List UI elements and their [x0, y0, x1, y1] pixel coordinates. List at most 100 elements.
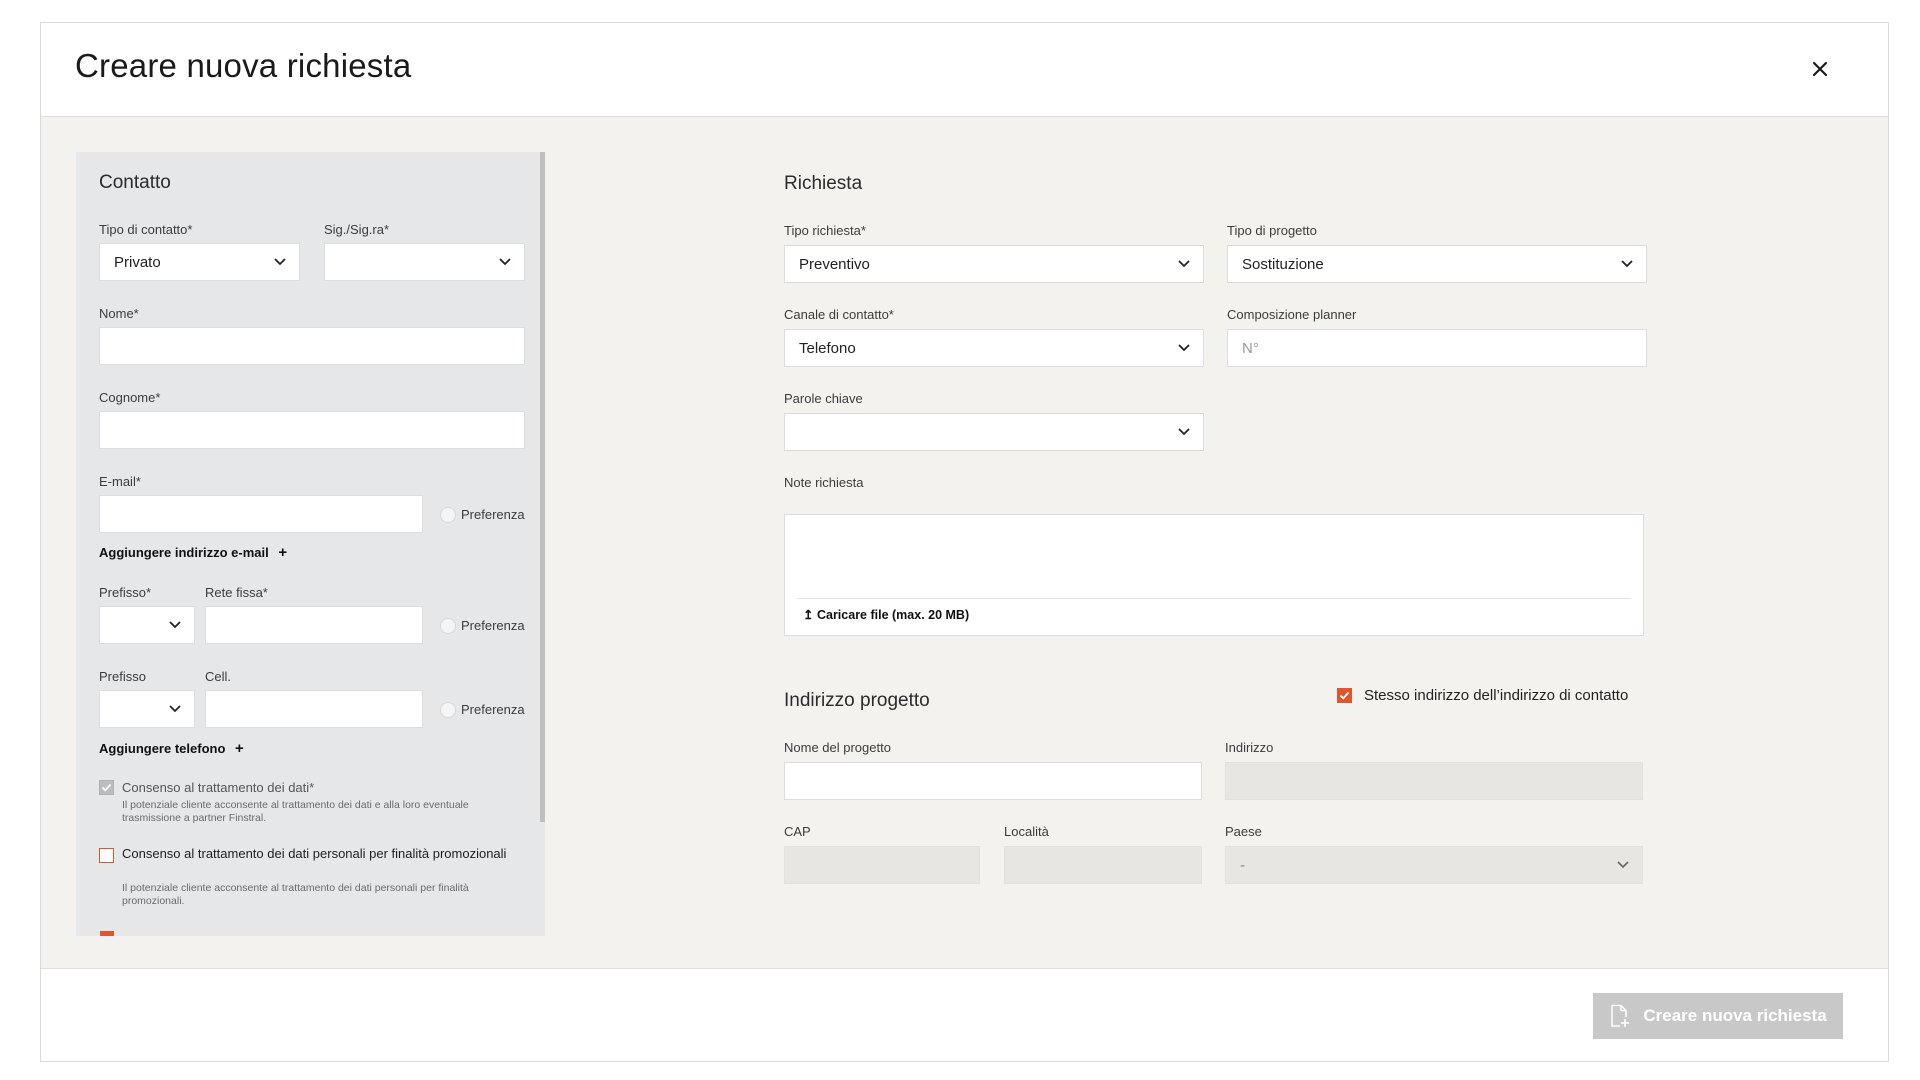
email-preference-label: Preferenza — [461, 507, 525, 522]
cognome-text[interactable] — [114, 421, 510, 439]
close-button[interactable] — [1808, 57, 1832, 81]
rete-fissa-label: Rete fissa* — [205, 585, 268, 600]
paese-value: - — [1240, 856, 1245, 874]
canale-select[interactable]: Telefono — [784, 329, 1204, 367]
cell-preference-label: Preferenza — [461, 702, 525, 717]
tipo-progetto-select[interactable]: Sostituzione — [1227, 245, 1647, 283]
add-phone-link[interactable]: Aggiungere telefono + — [99, 740, 244, 757]
localita-input — [1004, 846, 1202, 884]
nome-text[interactable] — [114, 337, 510, 355]
tipo-progetto-value: Sostituzione — [1242, 255, 1324, 273]
modal-footer: Creare nuova richiesta — [41, 968, 1888, 1061]
modal-header: Creare nuova richiesta — [41, 23, 1888, 117]
add-phone-label: Aggiungere telefono — [99, 741, 226, 756]
tipo-contatto-label: Tipo di contatto* — [99, 222, 193, 237]
chevron-down-icon — [1621, 260, 1633, 268]
nome-progetto-input[interactable] — [784, 762, 1202, 800]
chevron-down-icon — [1178, 260, 1190, 268]
tipo-contatto-select[interactable]: Privato — [99, 243, 300, 281]
prefisso-cell-select[interactable] — [99, 690, 195, 728]
canale-label: Canale di contatto* — [784, 307, 894, 322]
prefisso-label: Prefisso — [99, 669, 146, 684]
tipo-progetto-label: Tipo di progetto — [1227, 223, 1317, 238]
add-email-label: Aggiungere indirizzo e-mail — [99, 545, 269, 560]
plus-icon: + — [235, 740, 244, 757]
cell-label: Cell. — [205, 669, 232, 684]
create-request-modal: Creare nuova richiesta Contatto Tipo di … — [40, 22, 1889, 1062]
paese-select: - — [1225, 846, 1643, 884]
same-address-checkbox[interactable] — [1337, 688, 1352, 703]
same-address-label: Stesso indirizzo dell’indirizzo di conta… — [1364, 687, 1629, 704]
sig-select[interactable] — [324, 243, 525, 281]
nome-input[interactable] — [99, 327, 525, 365]
cell-preference-radio[interactable] — [440, 702, 456, 718]
canale-value: Telefono — [799, 339, 856, 357]
chevron-down-icon — [169, 621, 181, 629]
upload-icon: ↥ — [803, 608, 814, 622]
nome-progetto-text[interactable] — [799, 772, 1187, 790]
rete-fissa-text[interactable] — [220, 616, 408, 634]
note-textarea[interactable]: ↥ Caricare file (max. 20 MB) — [784, 514, 1644, 636]
planner-input[interactable] — [1227, 329, 1647, 367]
localita-label: Località — [1004, 824, 1049, 839]
chevron-down-icon — [1178, 344, 1190, 352]
chevron-down-icon — [1178, 428, 1190, 436]
consent-data-title: Consenso al trattamento dei dati* — [122, 780, 315, 795]
chevron-down-icon — [499, 258, 511, 266]
tipo-richiesta-label: Tipo richiesta* — [784, 223, 866, 238]
sig-label: Sig./Sig.ra* — [324, 222, 390, 237]
close-icon — [1812, 61, 1828, 77]
prefisso-fisso-select[interactable] — [99, 606, 195, 644]
tipo-contatto-value: Privato — [114, 253, 161, 271]
consent-promo-title: Consenso al trattamento dei dati persona… — [122, 846, 507, 861]
planner-text[interactable] — [1242, 339, 1632, 357]
rete-fissa-input[interactable] — [205, 606, 423, 644]
consent-promo-desc: Il potenziale cliente acconsente al trat… — [122, 882, 469, 907]
chevron-down-icon — [1617, 861, 1629, 869]
nome-progetto-label: Nome del progetto — [784, 740, 891, 755]
project-address-title: Indirizzo progetto — [784, 690, 930, 711]
tipo-richiesta-select[interactable]: Preventivo — [784, 245, 1204, 283]
indirizzo-input — [1225, 762, 1643, 800]
email-text[interactable] — [114, 505, 408, 523]
cap-label: CAP — [784, 824, 811, 839]
note-divider — [797, 598, 1631, 599]
parole-chiave-select[interactable] — [784, 413, 1204, 451]
chevron-down-icon — [274, 258, 286, 266]
cognome-label: Cognome* — [99, 390, 161, 405]
checkmark-icon — [1339, 691, 1350, 700]
contact-panel: Contatto Tipo di contatto* Privato Sig./… — [76, 152, 545, 936]
upload-file-link[interactable]: ↥ Caricare file (max. 20 MB) — [803, 607, 969, 622]
add-email-link[interactable]: Aggiungere indirizzo e-mail + — [99, 544, 287, 561]
parole-chiave-label: Parole chiave — [784, 391, 863, 406]
indirizzo-label: Indirizzo — [1225, 740, 1274, 755]
plus-icon: + — [278, 544, 288, 561]
consent-promo-checkbox[interactable] — [99, 848, 114, 863]
cell-input[interactable] — [205, 690, 423, 728]
email-label: E-mail* — [99, 474, 141, 489]
nome-label: Nome* — [99, 306, 139, 321]
create-request-label: Creare nuova richiesta — [1643, 1006, 1827, 1025]
paese-label: Paese — [1225, 824, 1262, 839]
checkmark-icon — [101, 783, 112, 792]
request-section-title: Richiesta — [784, 173, 863, 194]
create-request-button[interactable]: Creare nuova richiesta — [1593, 993, 1843, 1039]
tipo-richiesta-value: Preventivo — [799, 255, 870, 273]
consent-data-checkbox[interactable] — [99, 780, 114, 795]
cognome-input[interactable] — [99, 411, 525, 449]
chevron-down-icon — [169, 705, 181, 713]
note-label: Note richiesta — [784, 475, 864, 490]
next-checkbox-partial[interactable] — [100, 931, 114, 936]
upload-label: Caricare file (max. 20 MB) — [816, 608, 970, 622]
panel-scrollbar[interactable] — [540, 152, 545, 822]
modal-title: Creare nuova richiesta — [75, 47, 412, 84]
planner-label: Composizione planner — [1227, 307, 1357, 322]
cell-text[interactable] — [220, 700, 408, 718]
cap-input — [784, 846, 980, 884]
phone-preference-label: Preferenza — [461, 618, 525, 633]
email-input[interactable] — [99, 495, 423, 533]
phone-preference-radio[interactable] — [440, 618, 456, 634]
consent-data-desc: Il potenziale cliente acconsente al trat… — [122, 799, 469, 824]
contact-section-title: Contatto — [99, 172, 171, 193]
email-preference-radio[interactable] — [440, 507, 456, 523]
